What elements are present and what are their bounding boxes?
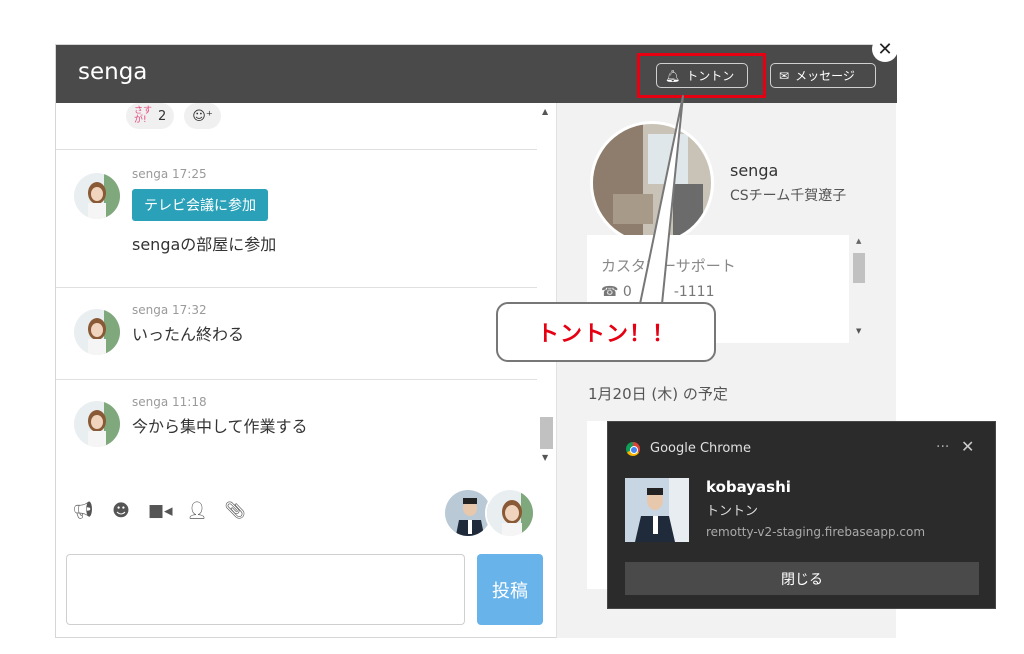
callout-bubble: トントン！！ xyxy=(496,302,716,362)
notification-app-name: Google Chrome xyxy=(650,441,751,456)
chrome-notification[interactable]: Google Chrome ··· ✕ kobayashi トントン remot… xyxy=(607,421,996,609)
notification-body: トントン xyxy=(706,504,759,519)
close-icon[interactable]: ✕ xyxy=(961,437,974,456)
notification-sender: kobayashi xyxy=(706,478,791,496)
notification-site: remotty-v2-staging.firebaseapp.com xyxy=(706,525,926,539)
notification-app: Google Chrome xyxy=(626,441,751,456)
sender-avatar xyxy=(625,478,689,542)
notification-close-button[interactable]: 閉じる xyxy=(625,562,979,595)
more-options-icon[interactable]: ··· xyxy=(936,439,949,455)
chrome-icon xyxy=(626,441,640,456)
